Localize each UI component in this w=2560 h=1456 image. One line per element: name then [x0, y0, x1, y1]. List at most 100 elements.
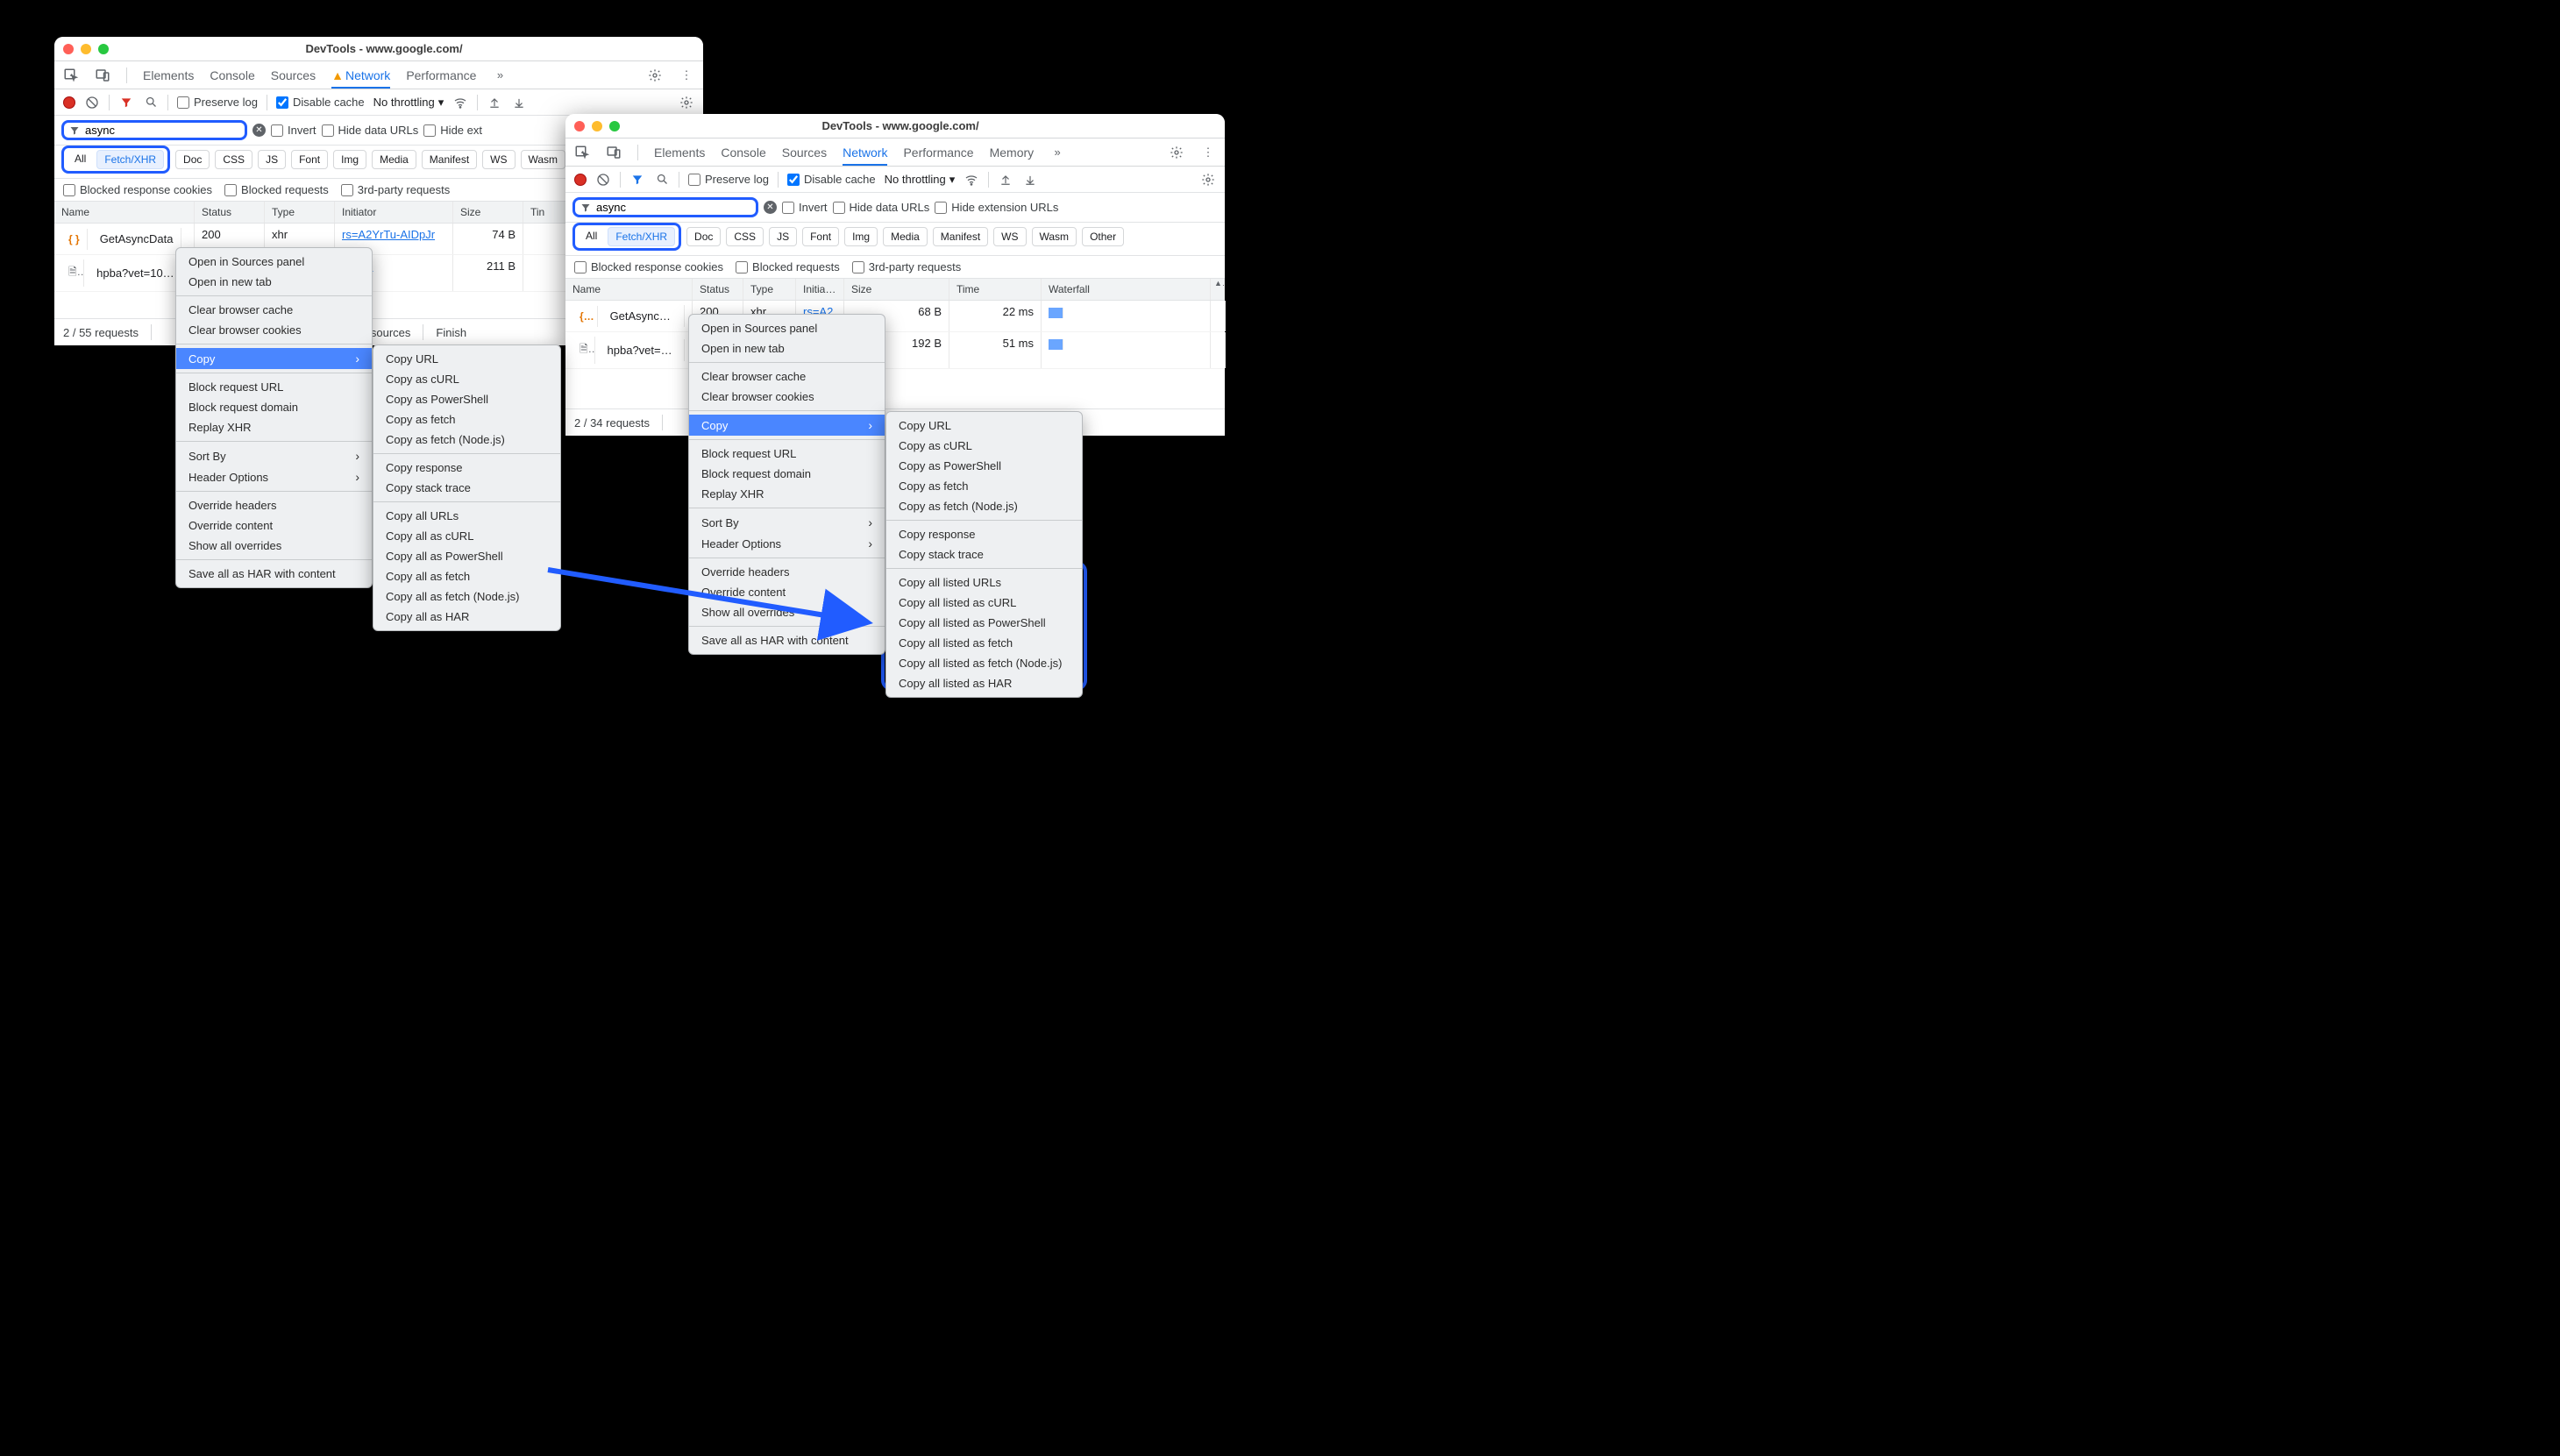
sub-copy-all-fetch-node[interactable]: Copy all as fetch (Node.js) [373, 586, 560, 607]
chip-doc[interactable]: Doc [175, 150, 210, 169]
ctx-block-url[interactable]: Block request URL [176, 377, 372, 397]
inspect-icon[interactable] [574, 145, 590, 160]
hide-extension-urls-checkbox[interactable]: Hide ext [423, 124, 482, 137]
filter-input[interactable] [596, 201, 750, 214]
minimize-icon[interactable] [592, 121, 602, 131]
col-waterfall[interactable]: Waterfall [1042, 279, 1211, 300]
col-initiator[interactable]: Initia… [796, 279, 844, 300]
ctx-replay-xhr[interactable]: Replay XHR [689, 484, 885, 504]
copy-submenu[interactable]: Copy URL Copy as cURL Copy as PowerShell… [885, 411, 1083, 698]
sub-copy-curl[interactable]: Copy as cURL [373, 369, 560, 389]
sub-copy-all-fetch[interactable]: Copy all as fetch [373, 566, 560, 586]
ctx-override-headers[interactable]: Override headers [176, 495, 372, 515]
sub-copy-all-listed-fetch[interactable]: Copy all listed as fetch [886, 633, 1082, 653]
hide-data-urls-checkbox[interactable]: Hide data URLs [322, 124, 419, 137]
tab-performance[interactable]: Performance [903, 146, 973, 160]
tab-console[interactable]: Console [721, 146, 765, 160]
device-icon[interactable] [95, 67, 110, 83]
chip-media[interactable]: Media [372, 150, 416, 169]
ctx-open-sources[interactable]: Open in Sources panel [176, 252, 372, 272]
ctx-save-har[interactable]: Save all as HAR with content [176, 564, 372, 584]
col-size[interactable]: Size [453, 202, 523, 223]
col-name[interactable]: Name [54, 202, 195, 223]
ctx-header-options[interactable]: Header Options [176, 466, 372, 487]
upload-icon[interactable] [998, 172, 1013, 188]
col-initiator[interactable]: Initiator [335, 202, 453, 223]
preserve-log-checkbox[interactable]: Preserve log [177, 96, 258, 109]
sub-copy-curl[interactable]: Copy as cURL [886, 436, 1082, 456]
tab-sources[interactable]: Sources [782, 146, 827, 160]
download-icon[interactable] [1022, 172, 1038, 188]
ctx-header-options[interactable]: Header Options [689, 533, 885, 554]
gear-icon[interactable] [647, 67, 663, 83]
col-type[interactable]: Type [265, 202, 335, 223]
ctx-clear-cache[interactable]: Clear browser cache [689, 366, 885, 387]
search-icon[interactable] [654, 172, 670, 188]
tab-network[interactable]: ▲Network [331, 68, 390, 89]
chip-all[interactable]: All [68, 150, 93, 169]
device-icon[interactable] [606, 145, 622, 160]
window-controls[interactable] [574, 121, 620, 131]
ctx-open-new-tab[interactable]: Open in new tab [689, 338, 885, 359]
ctx-block-domain[interactable]: Block request domain [689, 464, 885, 484]
sub-copy-fetch[interactable]: Copy as fetch [373, 409, 560, 430]
table-row[interactable]: { }GetAsyncData 200 xhr rs=A2 68 B 22 ms [565, 301, 1225, 332]
col-status[interactable]: Status [195, 202, 265, 223]
filter-input[interactable] [85, 124, 239, 137]
kebab-icon[interactable]: ⋮ [679, 67, 694, 83]
sub-copy-fetch-node[interactable]: Copy as fetch (Node.js) [373, 430, 560, 450]
sub-copy-stack[interactable]: Copy stack trace [373, 478, 560, 498]
sub-copy-all-listed-har[interactable]: Copy all listed as HAR [886, 673, 1082, 693]
tab-network[interactable]: Network [843, 146, 887, 166]
third-party-checkbox[interactable]: 3rd-party requests [852, 260, 962, 273]
zoom-icon[interactable] [609, 121, 620, 131]
sub-copy-all-listed-urls[interactable]: Copy all listed URLs [886, 572, 1082, 593]
sub-copy-stack[interactable]: Copy stack trace [886, 544, 1082, 565]
clear-icon[interactable] [595, 172, 611, 188]
sub-copy-all-listed-fetch-node[interactable]: Copy all listed as fetch (Node.js) [886, 653, 1082, 673]
ctx-copy[interactable]: Copy [176, 348, 372, 369]
ctx-block-domain[interactable]: Block request domain [176, 397, 372, 417]
close-icon[interactable] [574, 121, 585, 131]
wifi-icon[interactable] [964, 172, 979, 188]
sub-copy-all-listed-powershell[interactable]: Copy all listed as PowerShell [886, 613, 1082, 633]
chip-ws[interactable]: WS [993, 227, 1026, 246]
chip-css[interactable]: CSS [726, 227, 764, 246]
chip-js[interactable]: JS [258, 150, 286, 169]
ctx-clear-cache[interactable]: Clear browser cache [176, 300, 372, 320]
chip-fetch-xhr[interactable]: Fetch/XHR [608, 227, 675, 246]
ctx-clear-cookies[interactable]: Clear browser cookies [689, 387, 885, 407]
col-size[interactable]: Size [844, 279, 949, 300]
ctx-open-new-tab[interactable]: Open in new tab [176, 272, 372, 292]
sub-copy-powershell[interactable]: Copy as PowerShell [886, 456, 1082, 476]
ctx-show-overrides[interactable]: Show all overrides [689, 602, 885, 622]
inspect-icon[interactable] [63, 67, 79, 83]
chip-fetch-xhr[interactable]: Fetch/XHR [96, 150, 164, 169]
context-menu[interactable]: Open in Sources panel Open in new tab Cl… [175, 247, 373, 588]
ctx-override-content[interactable]: Override content [689, 582, 885, 602]
sub-copy-all-har[interactable]: Copy all as HAR [373, 607, 560, 627]
window-controls[interactable] [63, 44, 109, 54]
record-button[interactable] [63, 96, 75, 109]
blocked-cookies-checkbox[interactable]: Blocked response cookies [63, 183, 212, 196]
gear-icon[interactable] [1200, 172, 1216, 188]
invert-checkbox[interactable]: Invert [271, 124, 316, 137]
filter-icon[interactable] [629, 172, 645, 188]
col-name[interactable]: Name [565, 279, 693, 300]
tab-elements[interactable]: Elements [654, 146, 705, 160]
ctx-sort-by[interactable]: Sort By [176, 445, 372, 466]
clear-filter-icon[interactable]: ✕ [252, 124, 266, 137]
clear-filter-icon[interactable]: ✕ [764, 201, 777, 214]
chip-manifest[interactable]: Manifest [933, 227, 988, 246]
blocked-requests-checkbox[interactable]: Blocked requests [736, 260, 840, 273]
tab-console[interactable]: Console [210, 68, 254, 82]
throttling-select[interactable]: No throttling ▾ [373, 96, 444, 110]
sub-copy-all-powershell[interactable]: Copy all as PowerShell [373, 546, 560, 566]
table-row[interactable]: 🗎hpba?vet=10a.. 192 B 51 ms [565, 332, 1225, 369]
upload-icon[interactable] [487, 95, 502, 110]
ctx-copy[interactable]: Copy [689, 415, 885, 436]
sub-copy-powershell[interactable]: Copy as PowerShell [373, 389, 560, 409]
copy-submenu[interactable]: Copy URL Copy as cURL Copy as PowerShell… [373, 344, 561, 631]
throttling-select[interactable]: No throttling ▾ [885, 173, 956, 187]
disable-cache-checkbox[interactable]: Disable cache [276, 96, 365, 109]
